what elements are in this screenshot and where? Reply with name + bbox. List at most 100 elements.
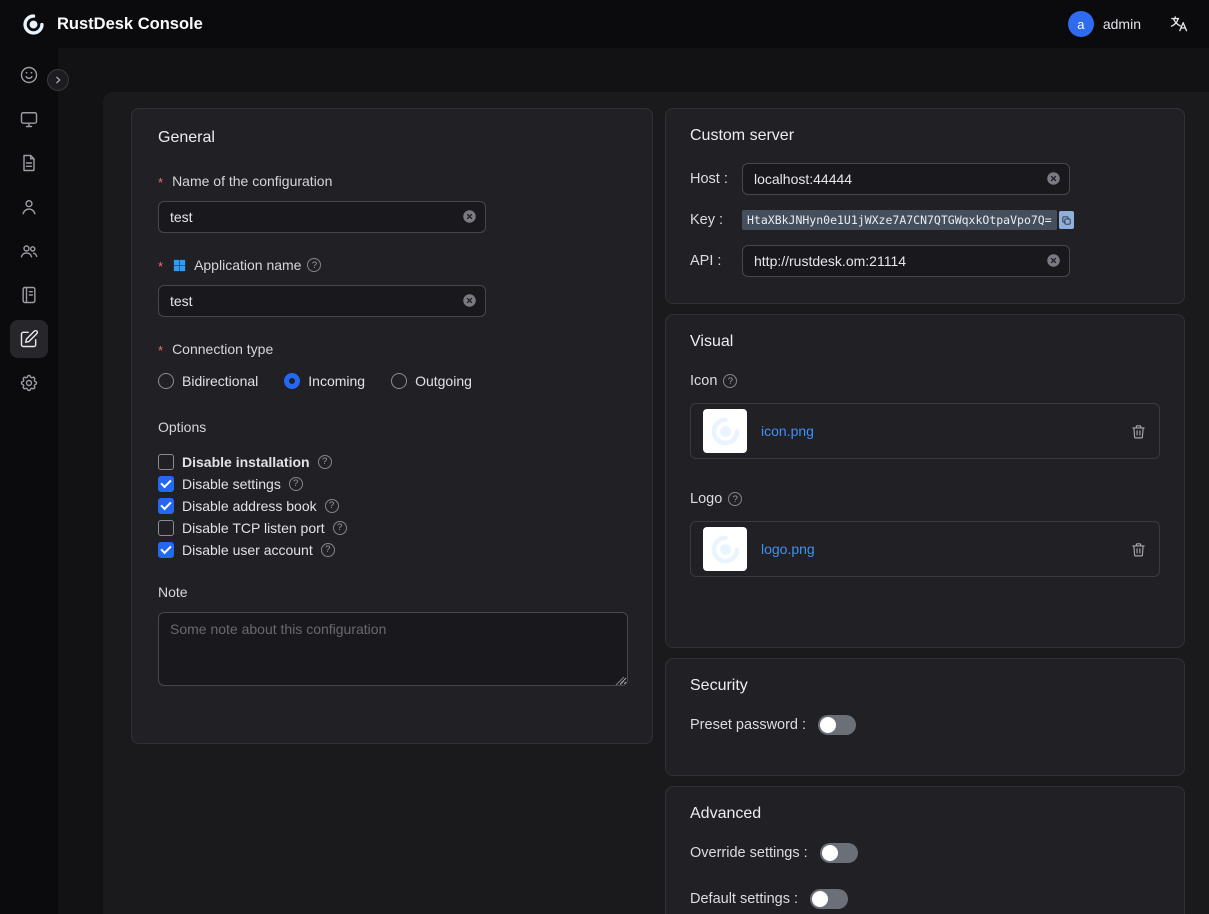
- monitor-icon: [19, 109, 39, 129]
- radio-incoming[interactable]: Incoming: [284, 373, 365, 389]
- host-input-wrap: [742, 163, 1070, 195]
- checkbox-box: [158, 542, 174, 558]
- application-name-input[interactable]: [158, 285, 486, 317]
- trash-icon[interactable]: [1130, 541, 1147, 558]
- config-name-input[interactable]: [158, 201, 486, 233]
- custom-server-card: Custom server Host : Key : HtaXBkJNHyn0e…: [665, 108, 1185, 304]
- user-menu[interactable]: a admin: [1068, 11, 1141, 37]
- document-icon: [19, 153, 39, 173]
- radio-bidirectional[interactable]: Bidirectional: [158, 373, 258, 389]
- note-wrap: [158, 612, 628, 691]
- default-settings-label: Default settings :: [690, 891, 798, 907]
- help-icon[interactable]: [321, 543, 335, 557]
- sidebar-item-groups[interactable]: [10, 232, 48, 270]
- preset-password-row: Preset password :: [690, 715, 1160, 735]
- icon-filebox: icon.png: [690, 403, 1160, 459]
- sidebar-item-custom-clients[interactable]: [10, 320, 48, 358]
- checkbox-box: [158, 476, 174, 492]
- logo-file-link[interactable]: logo.png: [761, 541, 1116, 557]
- gear-icon: [19, 373, 39, 393]
- checkbox-disable-installation[interactable]: Disable installation: [158, 453, 626, 470]
- help-icon[interactable]: [289, 477, 303, 491]
- right-column: Custom server Host : Key : HtaXBkJNHyn0e…: [665, 108, 1185, 914]
- sidebar-item-devices[interactable]: [10, 100, 48, 138]
- translate-icon[interactable]: [1169, 14, 1189, 34]
- config-name-label-text: Name of the configuration: [172, 173, 332, 189]
- override-settings-label: Override settings :: [690, 845, 808, 861]
- icon-label: Icon: [690, 373, 1160, 389]
- api-input-wrap: [742, 245, 1070, 277]
- logo-label: Logo: [690, 491, 1160, 507]
- key-label: Key :: [690, 212, 742, 228]
- icon-file-link[interactable]: icon.png: [761, 423, 1116, 439]
- api-label: API :: [690, 253, 742, 269]
- override-settings-toggle[interactable]: [820, 843, 858, 863]
- help-icon[interactable]: [333, 521, 347, 535]
- clear-icon[interactable]: [1046, 171, 1061, 186]
- note-textarea[interactable]: [158, 612, 628, 686]
- user-icon: [19, 197, 39, 217]
- icon-label-text: Icon: [690, 373, 717, 389]
- config-name-label: Name of the configuration: [158, 173, 626, 189]
- connection-type-label-text: Connection type: [172, 341, 273, 357]
- user-avatar[interactable]: a: [1068, 11, 1094, 37]
- radio-label: Bidirectional: [182, 373, 258, 389]
- chevron-right-icon: [52, 74, 64, 86]
- radio-circle: [158, 373, 174, 389]
- clear-icon[interactable]: [462, 209, 477, 224]
- rustdesk-logo-icon: [20, 11, 47, 38]
- preset-password-label: Preset password :: [690, 717, 806, 733]
- clear-icon[interactable]: [462, 293, 477, 308]
- checkbox-disable-address-book[interactable]: Disable address book: [158, 497, 626, 514]
- app-title: RustDesk Console: [57, 15, 203, 34]
- sidebar-item-address-books[interactable]: [10, 276, 48, 314]
- sidebar-item-users[interactable]: [10, 188, 48, 226]
- default-settings-toggle[interactable]: [810, 889, 848, 909]
- security-title: Security: [690, 677, 1160, 695]
- connection-type-radio-group: Bidirectional Incoming Outgoing: [158, 373, 626, 389]
- sidebar-item-audit[interactable]: [10, 144, 48, 182]
- help-icon[interactable]: [728, 492, 742, 506]
- clear-icon[interactable]: [1046, 253, 1061, 268]
- radio-outgoing[interactable]: Outgoing: [391, 373, 472, 389]
- checkbox-disable-settings[interactable]: Disable settings: [158, 475, 626, 492]
- host-label: Host :: [690, 171, 742, 187]
- help-icon[interactable]: [723, 374, 737, 388]
- default-settings-row: Default settings :: [690, 889, 1160, 909]
- help-icon[interactable]: [325, 499, 339, 513]
- application-name-label-text: Application name: [194, 257, 301, 273]
- main-area: General Name of the configuration Applic…: [58, 48, 1209, 914]
- checkbox-disable-tcp-listen-port[interactable]: Disable TCP listen port: [158, 519, 626, 536]
- checkbox-disable-user-account[interactable]: Disable user account: [158, 541, 626, 558]
- preset-password-toggle[interactable]: [818, 715, 856, 735]
- edit-square-icon: [19, 329, 39, 349]
- note-label: Note: [158, 584, 626, 600]
- sidebar-expand-button[interactable]: [47, 69, 69, 91]
- host-input[interactable]: [742, 163, 1070, 195]
- copy-icon[interactable]: [1059, 211, 1074, 229]
- users-icon: [19, 241, 39, 261]
- icon-thumbnail: [703, 409, 747, 453]
- api-input[interactable]: [742, 245, 1070, 277]
- connection-type-label: Connection type: [158, 341, 626, 357]
- smiley-icon: [19, 65, 39, 85]
- general-title: General: [158, 129, 626, 147]
- checkbox-box: [158, 498, 174, 514]
- application-name-label: Application name: [158, 257, 626, 273]
- security-card: Security Preset password :: [665, 658, 1185, 776]
- note-label-text: Note: [158, 584, 188, 600]
- help-icon[interactable]: [318, 455, 332, 469]
- sidebar-item-settings[interactable]: [10, 364, 48, 402]
- radio-label: Outgoing: [415, 373, 472, 389]
- help-icon[interactable]: [307, 258, 321, 272]
- checkbox-box: [158, 454, 174, 470]
- user-name: admin: [1103, 16, 1141, 32]
- toggle-knob: [812, 891, 828, 907]
- toggle-knob: [820, 717, 836, 733]
- sidebar-item-dashboard[interactable]: [10, 56, 48, 94]
- trash-icon[interactable]: [1130, 423, 1147, 440]
- content-panel: General Name of the configuration Applic…: [103, 92, 1209, 914]
- options-label: Options: [158, 419, 626, 435]
- checkbox-box: [158, 520, 174, 536]
- key-row: Key : HtaXBkJNHyn0e1U1jWXze7A7CN7QTGWqxk…: [690, 210, 1160, 230]
